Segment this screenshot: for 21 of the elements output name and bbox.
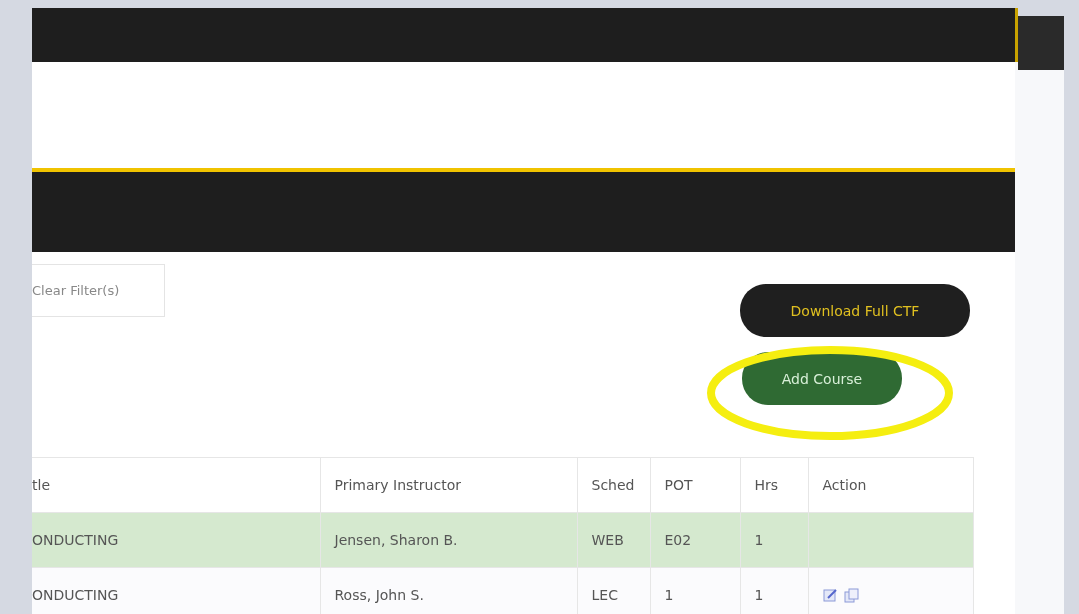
table-cell: WEB (577, 512, 650, 568)
column-header: Sched (577, 457, 650, 513)
table-cell: 1 (740, 512, 808, 568)
column-header: Primary Instructor (320, 457, 577, 513)
column-header: tle (32, 457, 320, 513)
table-cell: ONDUCTING (32, 567, 320, 614)
table-cell: 1 (740, 567, 808, 614)
add-course-button[interactable]: Add Course (742, 352, 902, 405)
column-header: Hrs (740, 457, 808, 513)
table-cell: E02 (650, 512, 740, 568)
download-button[interactable]: Download Full CTF (740, 284, 970, 337)
clear-filters-button[interactable]: Clear Filter(s) (32, 264, 165, 317)
column-header: POT (650, 457, 740, 513)
table-cell: ONDUCTING (32, 512, 320, 568)
edit-icon[interactable] (822, 588, 838, 604)
table-cell: LEC (577, 567, 650, 614)
top-bar-end (1018, 16, 1064, 70)
table-cell: Ross, John S. (320, 567, 577, 614)
table-cell: Jensen, Sharon B. (320, 512, 577, 568)
table-cell: 1 (650, 567, 740, 614)
column-header: Action (808, 457, 973, 513)
